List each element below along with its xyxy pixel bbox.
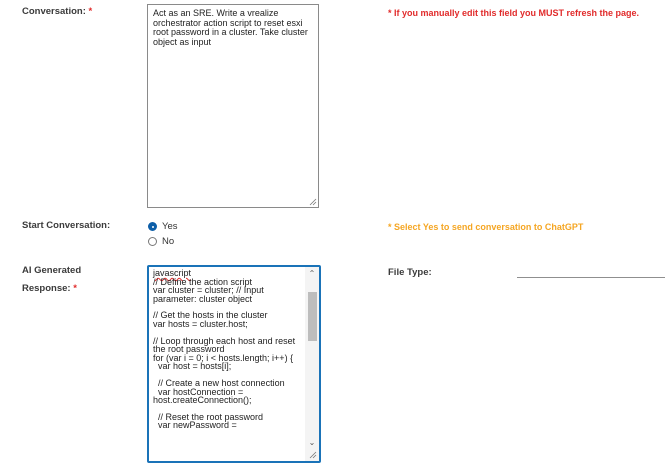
radio-unselected-icon[interactable] — [148, 237, 157, 246]
ai-response-label-line2-wrap: Response: * — [22, 281, 81, 297]
conversation-label: Conversation: * — [22, 4, 92, 20]
ai-response-label: AI Generated Response: * — [22, 263, 81, 297]
radio-yes-label: Yes — [162, 221, 178, 232]
conversation-label-text: Conversation: — [22, 6, 86, 17]
ai-response-content: javascript // Define the action script v… — [153, 269, 301, 430]
conversation-textarea[interactable]: Act as an SRE. Write a vrealize orchestr… — [147, 4, 319, 208]
radio-no[interactable]: No — [148, 236, 174, 247]
start-conversation-label: Start Conversation: — [22, 220, 111, 231]
scroll-up-icon[interactable]: ⌃ — [305, 269, 319, 278]
required-marker: * — [88, 6, 93, 17]
start-conversation-note: * Select Yes to send conversation to Cha… — [388, 222, 584, 232]
resize-grip-icon[interactable] — [308, 450, 317, 459]
scroll-down-icon[interactable]: ⌄ — [305, 438, 319, 447]
radio-no-label: No — [162, 236, 175, 247]
resp-line: host.createConnection(); — [153, 395, 252, 406]
resp-line: var host = hosts[i]; — [153, 361, 232, 372]
ai-response-textarea[interactable]: javascript // Define the action script v… — [147, 265, 321, 463]
conversation-refresh-note: * If you manually edit this field you MU… — [388, 8, 640, 18]
radio-yes[interactable]: Yes — [148, 221, 178, 232]
radio-selected-icon[interactable] — [148, 222, 157, 231]
resp-line: var newPassword = — [153, 420, 237, 431]
resp-line: var hosts = cluster.host; — [153, 318, 248, 329]
ai-response-label-line1: AI Generated — [22, 265, 82, 276]
conversation-text: Act as an SRE. Write a vrealize orchestr… — [153, 8, 311, 47]
vertical-scrollbar[interactable]: ⌃ ⌄ — [305, 267, 319, 461]
resize-grip-icon[interactable] — [308, 197, 317, 206]
file-type-input[interactable] — [517, 277, 665, 278]
ai-response-label-line2: Response: — [22, 283, 71, 294]
file-type-label: File Type: — [388, 267, 432, 278]
required-marker: * — [73, 283, 77, 294]
scrollbar-thumb[interactable] — [308, 292, 317, 341]
resp-line: // Loop through each host and reset the … — [153, 335, 296, 355]
resp-line: var cluster = cluster; // Input paramete… — [153, 285, 264, 304]
